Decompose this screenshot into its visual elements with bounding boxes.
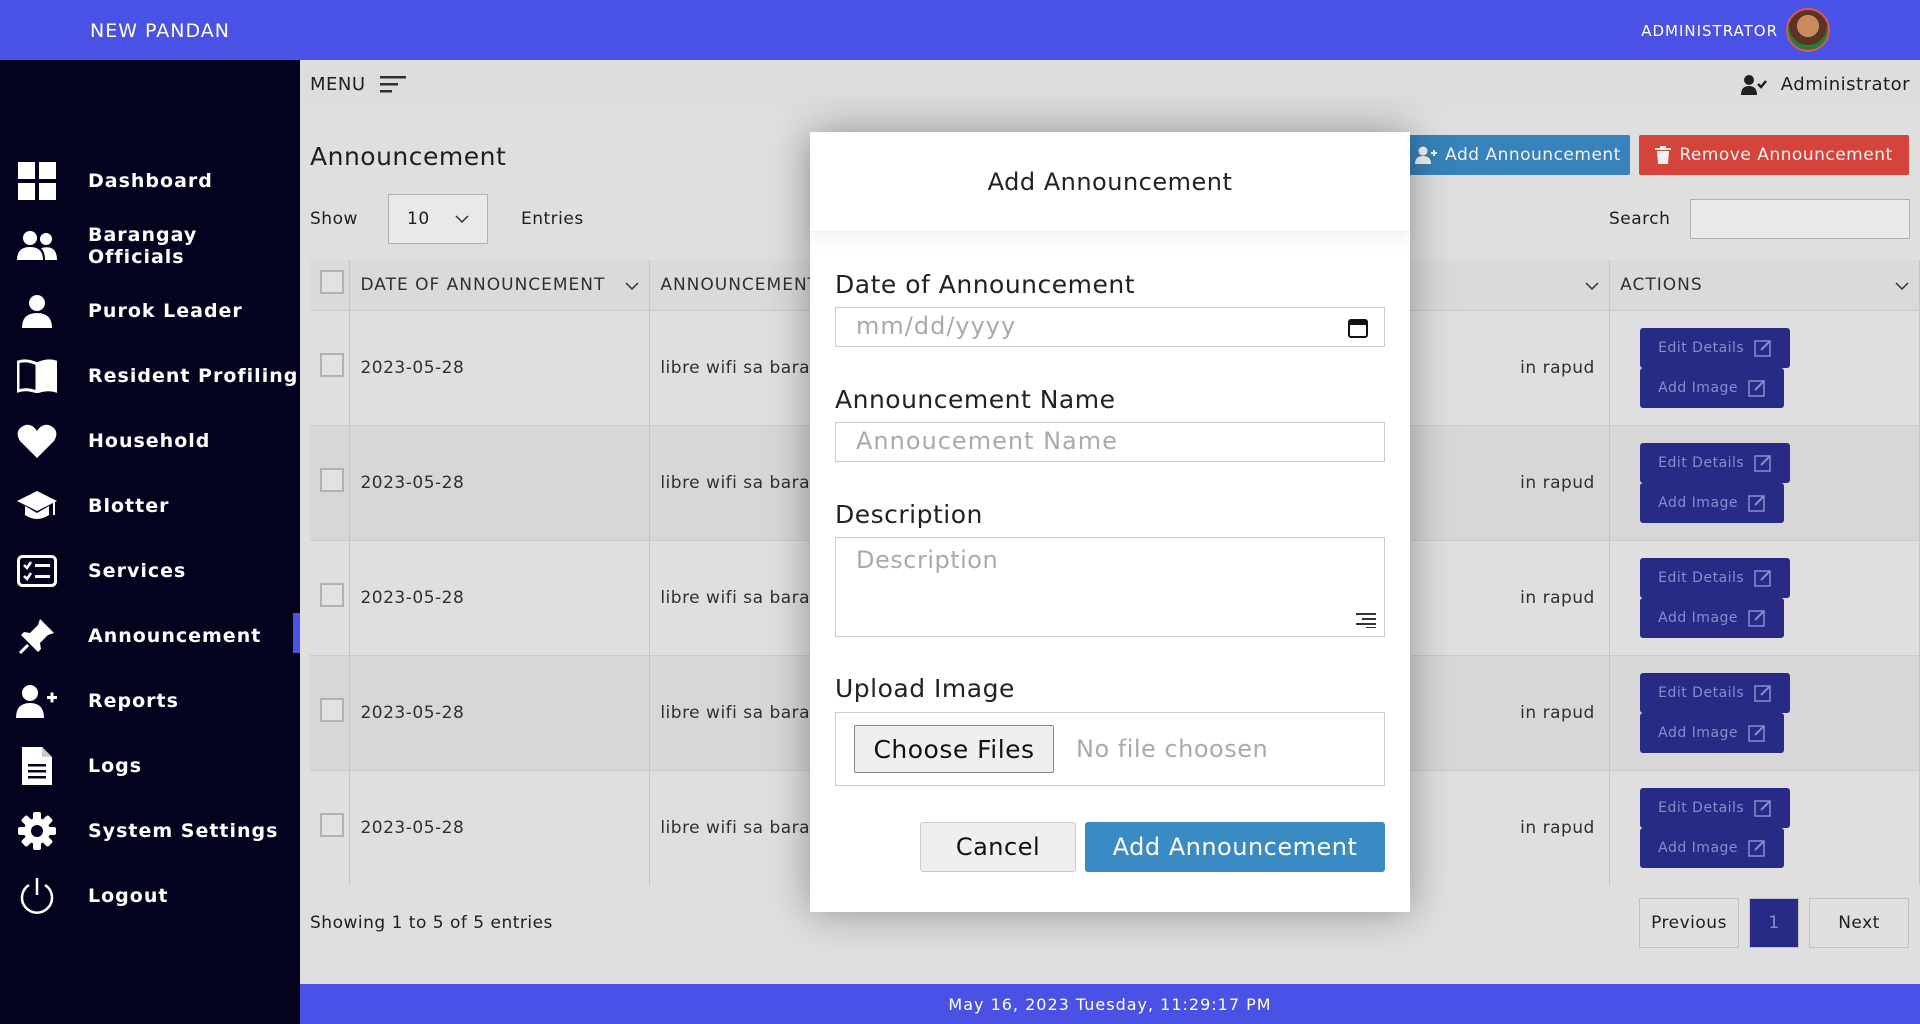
sidebar-item-barangay-officials[interactable]: Barangay Officials bbox=[0, 217, 300, 275]
sidebar-item-resident-profiling[interactable]: Resident Profiling bbox=[0, 347, 300, 405]
pin-icon bbox=[16, 615, 58, 657]
gear-icon bbox=[16, 810, 58, 852]
cancel-button[interactable]: Cancel bbox=[920, 822, 1076, 872]
sidebar-item-label: Reports bbox=[88, 690, 179, 712]
heart-icon bbox=[16, 420, 58, 462]
sidebar-item-label: Logout bbox=[88, 885, 169, 907]
sidebar-item-services[interactable]: Services bbox=[0, 542, 300, 600]
announcement-name-input[interactable]: Annoucement Name bbox=[835, 422, 1385, 462]
resize-handle-icon[interactable] bbox=[1356, 612, 1376, 628]
sidebar-item-household[interactable]: Household bbox=[0, 412, 300, 470]
file-upload-field[interactable]: Choose Files No file choosen bbox=[835, 712, 1385, 786]
name-placeholder: Annoucement Name bbox=[856, 427, 1118, 455]
calendar-icon[interactable] bbox=[1348, 318, 1368, 338]
sidebar-item-purok-leader[interactable]: Purok Leader bbox=[0, 282, 300, 340]
datetime-bar: May 16, 2023 Tuesday, 11:29:17 PM bbox=[300, 984, 1920, 1024]
top-bar: NEW PANDAN ADMINISTRATOR bbox=[0, 0, 1920, 60]
submit-announcement-button[interactable]: Add Announcement bbox=[1085, 822, 1385, 872]
date-label: Date of Announcement bbox=[835, 270, 1136, 299]
sidebar-item-dashboard[interactable]: Dashboard bbox=[0, 152, 300, 210]
sidebar-item-label: Dashboard bbox=[88, 170, 213, 192]
sidebar-item-label: Logs bbox=[88, 755, 143, 777]
book-icon bbox=[16, 355, 58, 397]
description-label: Description bbox=[835, 500, 983, 529]
sidebar-item-blotter[interactable]: Blotter bbox=[0, 477, 300, 535]
power-icon bbox=[16, 875, 58, 917]
brand-title: NEW PANDAN bbox=[90, 20, 231, 42]
date-input[interactable]: mm/dd/yyyy bbox=[835, 307, 1385, 347]
checklist-icon bbox=[16, 550, 58, 592]
add-announcement-modal: Add Announcement Date of Announcement mm… bbox=[810, 132, 1410, 912]
sidebar-item-label: Barangay Officials bbox=[88, 224, 198, 268]
sidebar-item-label: Services bbox=[88, 560, 187, 582]
sidebar-item-label: Purok Leader bbox=[88, 300, 243, 322]
graduation-cap-icon bbox=[16, 485, 58, 527]
sidebar: Dashboard Barangay Officials Purok Leade… bbox=[0, 60, 300, 1024]
name-label: Announcement Name bbox=[835, 385, 1116, 414]
sidebar-item-logout[interactable]: Logout bbox=[0, 867, 300, 925]
description-placeholder: Description bbox=[856, 546, 999, 574]
user-name[interactable]: ADMINISTRATOR bbox=[1641, 22, 1778, 40]
sidebar-item-announcement[interactable]: Announcement bbox=[0, 607, 300, 665]
sidebar-item-label: Household bbox=[88, 430, 211, 452]
upload-label: Upload Image bbox=[835, 674, 1015, 703]
user-icon bbox=[16, 290, 58, 332]
sidebar-item-logs[interactable]: Logs bbox=[0, 737, 300, 795]
document-icon bbox=[16, 745, 58, 787]
sidebar-item-label: System Settings bbox=[88, 820, 279, 842]
modal-title: Add Announcement bbox=[810, 132, 1410, 232]
avatar[interactable] bbox=[1786, 8, 1830, 52]
sidebar-item-system-settings[interactable]: System Settings bbox=[0, 802, 300, 860]
sidebar-item-reports[interactable]: Reports bbox=[0, 672, 300, 730]
sidebar-item-label: Blotter bbox=[88, 495, 170, 517]
sidebar-item-label: Resident Profiling bbox=[88, 365, 299, 387]
users-icon bbox=[16, 225, 58, 267]
description-textarea[interactable]: Description bbox=[835, 537, 1385, 637]
date-placeholder: mm/dd/yyyy bbox=[856, 312, 1017, 340]
no-file-text: No file choosen bbox=[1076, 735, 1269, 763]
sidebar-item-label: Announcement bbox=[88, 625, 262, 647]
dashboard-grid-icon bbox=[16, 160, 58, 202]
choose-files-button[interactable]: Choose Files bbox=[854, 725, 1054, 773]
user-plus-icon bbox=[16, 680, 58, 722]
